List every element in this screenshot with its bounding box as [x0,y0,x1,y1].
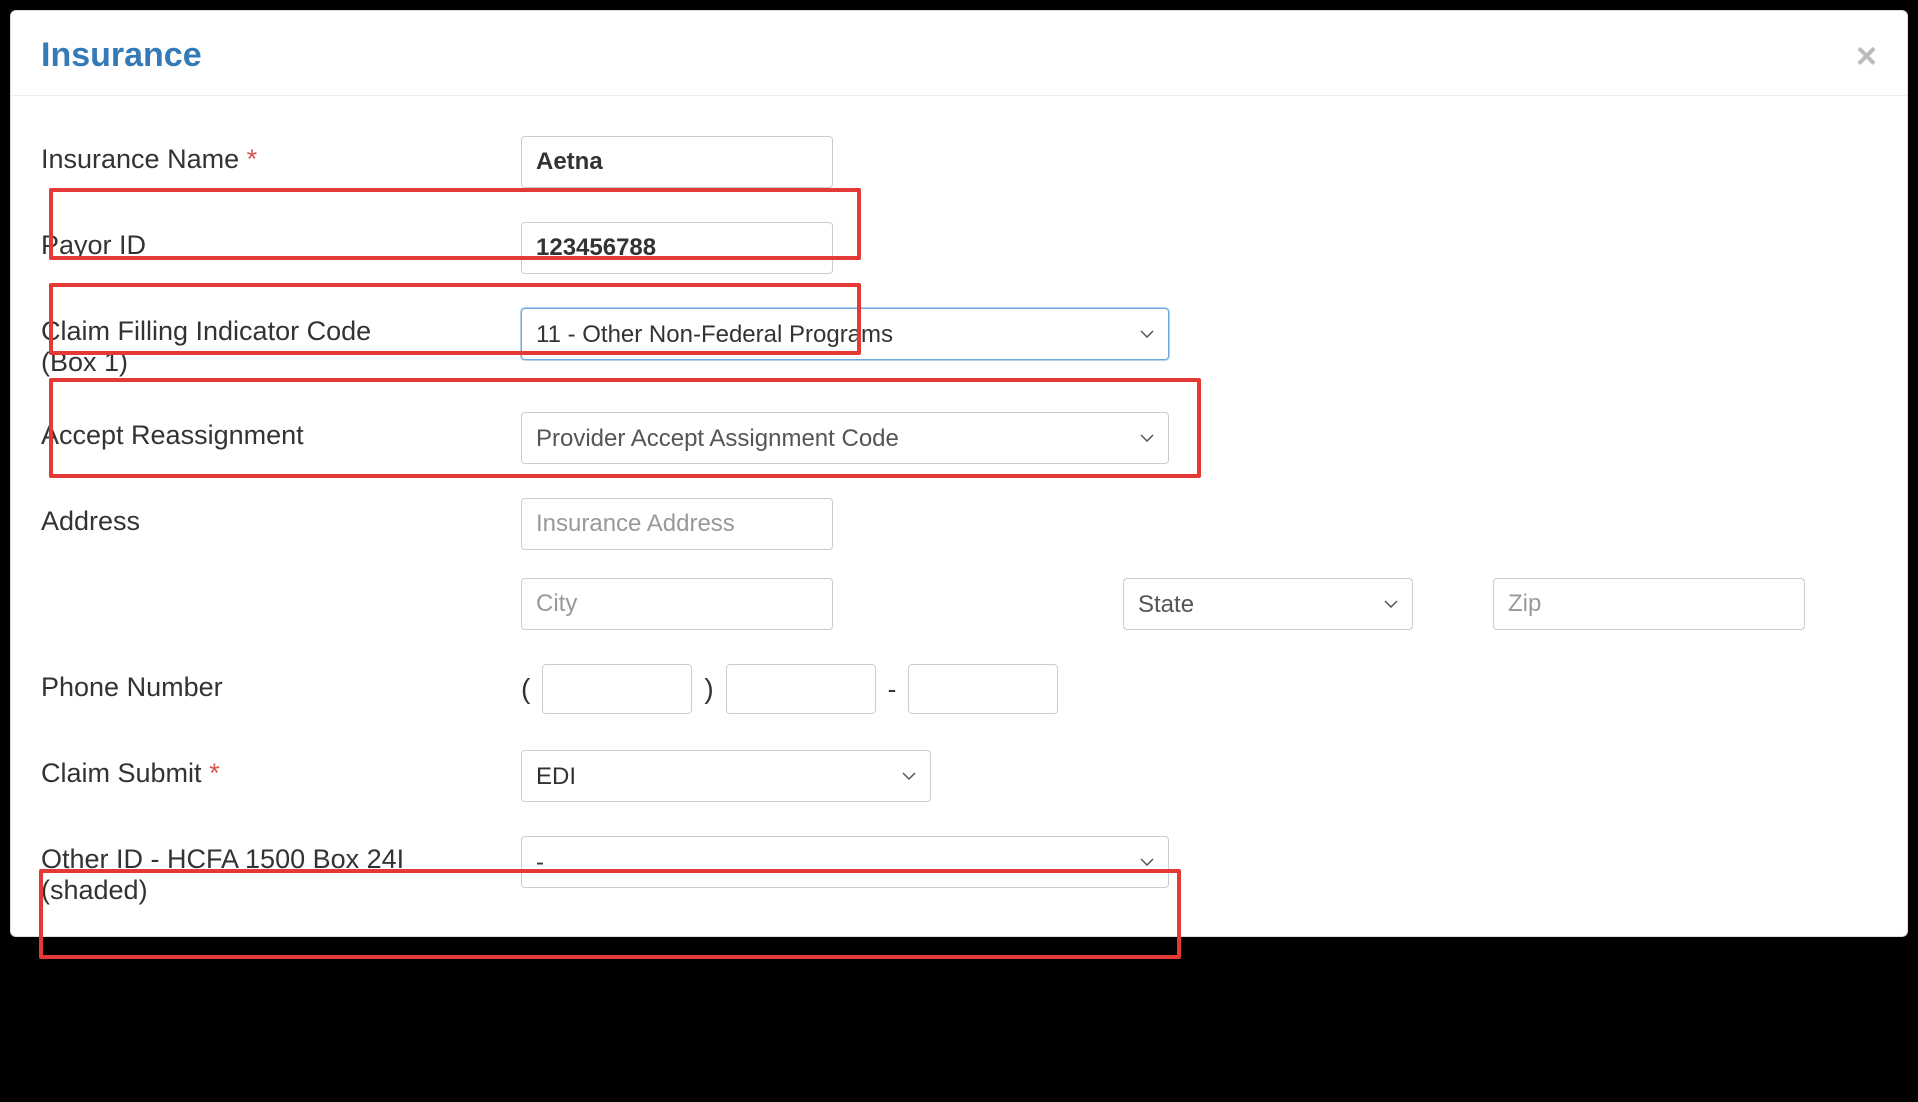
address-input[interactable] [521,498,833,550]
label-payor-id: Payor ID [41,222,521,261]
phone-prefix-input[interactable] [726,664,876,714]
modal-header: Insurance × [11,11,1907,96]
label-insurance-name: Insurance Name * [41,136,521,175]
insurance-name-input[interactable] [521,136,833,188]
phone-rparen: ) [704,673,713,705]
row-insurance-name: Insurance Name * [41,136,1877,188]
phone-area-input[interactable] [542,664,692,714]
modal-title: Insurance [41,36,202,75]
payor-id-input[interactable] [521,222,833,274]
label-claim-submit: Claim Submit * [41,750,521,789]
row-address: Address [41,498,1877,550]
label-other-id: Other ID - HCFA 1500 Box 24I (shaded) [41,836,521,906]
row-accept-reassignment: Accept Reassignment Provider Accept Assi… [41,412,1877,464]
other-id-select[interactable]: - [521,836,1169,888]
label-claim-filling: Claim Filling Indicator Code (Box 1) [41,308,521,378]
phone-lparen: ( [521,673,530,705]
phone-dash: - [888,674,897,705]
label-accept-reassignment: Accept Reassignment [41,412,521,451]
phone-line-input[interactable] [908,664,1058,714]
zip-input[interactable] [1493,578,1805,630]
insurance-modal: Insurance × Insurance Name * Payor ID Cl… [10,10,1908,937]
state-select[interactable]: State [1123,578,1413,630]
claim-filling-select[interactable]: 11 - Other Non-Federal Programs [521,308,1169,360]
label-phone: Phone Number [41,664,521,703]
row-claim-submit: Claim Submit * EDI [41,750,1877,802]
city-input[interactable] [521,578,833,630]
row-claim-filling: Claim Filling Indicator Code (Box 1) 11 … [41,308,1877,378]
row-payor-id: Payor ID [41,222,1877,274]
row-phone: Phone Number ( ) - [41,664,1877,716]
row-city-state-zip: State [41,578,1877,630]
label-address: Address [41,498,521,537]
close-icon[interactable]: × [1856,38,1877,74]
modal-body: Insurance Name * Payor ID Claim Filling … [11,96,1907,936]
claim-submit-select[interactable]: EDI [521,750,931,802]
accept-reassignment-select[interactable]: Provider Accept Assignment Code [521,412,1169,464]
row-other-id: Other ID - HCFA 1500 Box 24I (shaded) - [41,836,1877,906]
